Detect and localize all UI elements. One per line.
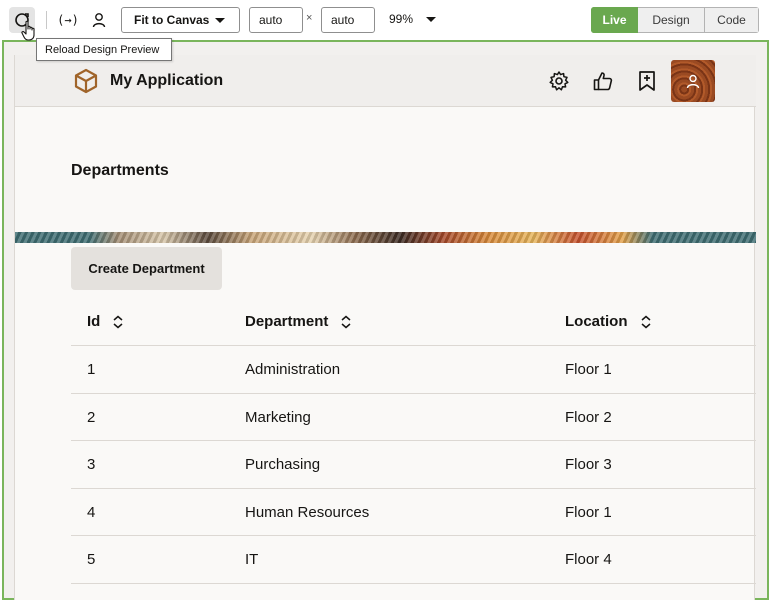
sort-icon[interactable] — [112, 315, 124, 329]
user-icon — [92, 13, 106, 28]
decorative-banner — [15, 232, 756, 243]
toolbar-divider — [46, 11, 47, 29]
table-row[interactable]: 2 Marketing Floor 2 — [71, 394, 756, 441]
cell-department: Human Resources — [245, 503, 370, 521]
user-avatar-icon — [686, 74, 700, 89]
cell-department: IT — [245, 551, 259, 568]
cell-department: Purchasing — [245, 456, 321, 473]
create-department-button[interactable]: Create Department — [71, 247, 222, 290]
cell-location: Floor 1 — [565, 503, 612, 521]
column-header-id[interactable]: Id — [87, 313, 124, 330]
variables-icon: (→) — [57, 13, 79, 27]
cell-id: 5 — [87, 551, 96, 568]
cube-logo-icon — [74, 68, 98, 94]
fit-select[interactable]: Fit to Canvas — [121, 7, 240, 33]
variables-button[interactable]: (→) — [55, 7, 81, 33]
table-row[interactable]: 4 Human Resources Floor 1 — [71, 489, 756, 536]
height-input[interactable]: auto — [321, 7, 375, 33]
cell-department: Administration — [245, 361, 341, 378]
mode-live-button[interactable]: Live — [591, 7, 638, 33]
dimension-separator: × — [306, 12, 313, 24]
designer-toolbar: (→) Fit to Canvas auto × auto 99% Live D… — [0, 0, 770, 40]
departments-table: Id Department Location 1 Administration — [71, 298, 756, 584]
cell-department: Marketing — [245, 408, 311, 426]
thumbs-up-icon — [593, 72, 613, 91]
zoom-level[interactable]: 99% — [389, 12, 413, 26]
mode-switcher: Live Design Code — [591, 7, 759, 33]
mode-code-button[interactable]: Code — [705, 7, 759, 33]
cell-location: Floor 4 — [565, 551, 612, 568]
cell-location: Floor 1 — [565, 361, 612, 378]
width-input[interactable]: auto — [249, 7, 303, 33]
fit-select-value: Fit to Canvas — [134, 13, 210, 27]
user-role-button[interactable] — [86, 7, 112, 33]
cell-location: Floor 2 — [565, 408, 612, 426]
bookmark-add-icon — [639, 71, 655, 91]
column-header-location[interactable]: Location — [565, 313, 652, 330]
user-avatar[interactable] — [671, 60, 715, 102]
reload-tooltip: Reload Design Preview — [36, 38, 172, 61]
page-title: Departments — [71, 162, 169, 179]
app-preview: My Application Departments Create Depart… — [14, 55, 756, 600]
bookmark-button[interactable] — [635, 69, 659, 93]
hand-pointer-cursor-icon — [21, 20, 35, 41]
table-header: Id Department Location — [71, 298, 756, 346]
mode-design-button[interactable]: Design — [638, 7, 705, 33]
sort-icon[interactable] — [640, 315, 652, 329]
table-row[interactable]: 3 Purchasing Floor 3 — [71, 441, 756, 489]
app-header: My Application — [15, 55, 756, 107]
chevron-down-icon — [215, 18, 225, 23]
zoom-chevron-down-icon[interactable] — [426, 17, 436, 22]
column-header-department[interactable]: Department — [245, 313, 352, 330]
cell-id: 4 — [87, 503, 96, 521]
cell-id: 2 — [87, 408, 96, 426]
cell-id: 3 — [87, 456, 96, 473]
cell-id: 1 — [87, 361, 96, 378]
app-title: My Application — [110, 72, 224, 89]
sort-icon[interactable] — [340, 315, 352, 329]
settings-button[interactable] — [547, 69, 571, 93]
gear-icon — [549, 71, 569, 91]
like-button[interactable] — [591, 69, 615, 93]
table-row[interactable]: 1 Administration Floor 1 — [71, 346, 756, 394]
cell-location: Floor 3 — [565, 456, 612, 473]
table-row[interactable]: 5 IT Floor 4 — [71, 536, 756, 584]
